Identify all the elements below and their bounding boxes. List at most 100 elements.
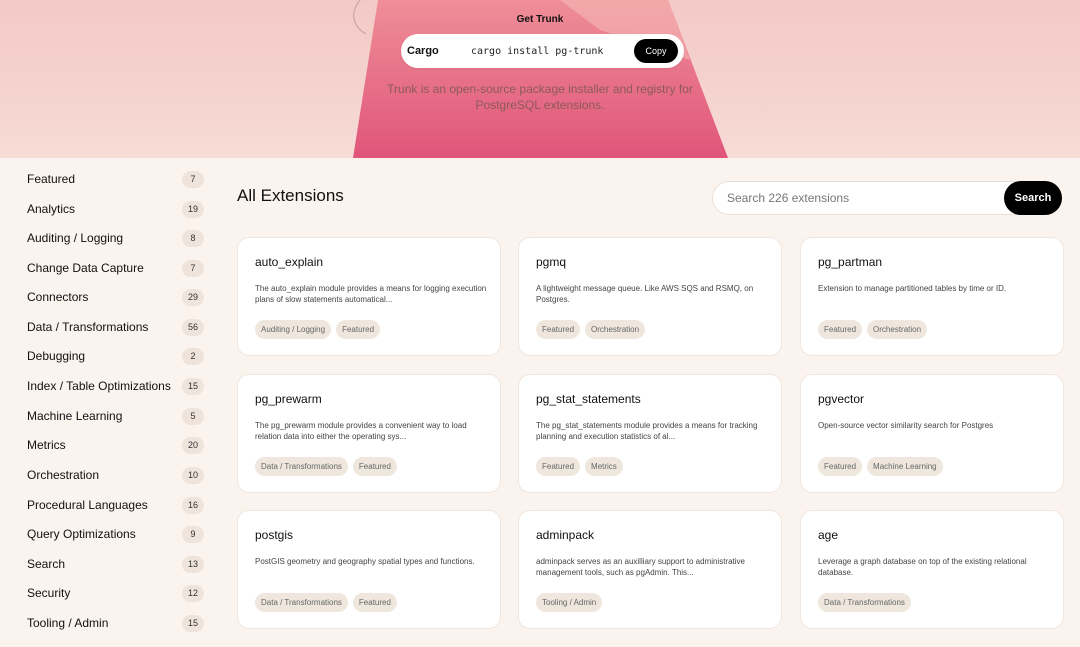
sidebar-item-metrics[interactable]: Metrics 20 xyxy=(27,434,204,456)
category-tag: Featured xyxy=(352,593,397,612)
category-count-badge: 16 xyxy=(182,496,204,514)
sidebar-item-auditing-logging[interactable]: Auditing / Logging 8 xyxy=(27,227,204,249)
extension-description: The pg_prewarm module provides a conveni… xyxy=(255,421,467,441)
category-label: Debugging xyxy=(27,349,86,363)
extension-description: adminpack serves as an auxilliary suppor… xyxy=(536,557,745,577)
extension-name: auto_explain xyxy=(255,255,324,269)
extension-card-auto-explain[interactable]: auto_explain The auto_explain module pro… xyxy=(237,237,501,356)
extension-tags: Featured Orchestration xyxy=(536,320,646,339)
copy-button[interactable]: Copy xyxy=(634,39,678,63)
sidebar-item-data-transformations[interactable]: Data / Transformations 56 xyxy=(27,316,204,338)
sidebar-item-procedural-languages[interactable]: Procedural Languages 16 xyxy=(27,494,204,516)
category-label: Connectors xyxy=(27,290,89,304)
extension-tags: Data / Transformations Featured xyxy=(255,593,397,612)
category-tag: Featured xyxy=(536,320,581,339)
category-label: Machine Learning xyxy=(27,409,123,423)
category-label: Search xyxy=(27,557,66,571)
sidebar-item-tooling-admin[interactable]: Tooling / Admin 15 xyxy=(27,612,204,634)
search-box: Search xyxy=(712,181,1062,215)
category-label: Featured xyxy=(27,172,76,186)
extension-name: age xyxy=(818,528,839,542)
category-count-badge: 15 xyxy=(182,614,204,632)
category-label: Security xyxy=(27,586,71,600)
category-tag: Data / Transformations xyxy=(818,593,911,612)
extension-name: adminpack xyxy=(536,528,595,542)
extension-description: A lightweight message queue. Like AWS SQ… xyxy=(536,284,754,304)
extension-card-age[interactable]: age Leverage a graph database on top of … xyxy=(800,510,1064,629)
category-tag: Data / Transformations xyxy=(255,457,348,476)
hero-banner: Get Trunk Cargo cargo install pg-trunk C… xyxy=(0,0,1080,158)
page-title: All Extensions xyxy=(237,186,344,205)
category-tag: Featured xyxy=(536,457,581,476)
extension-tags: Featured Orchestration xyxy=(818,320,928,339)
extension-description: PostGIS geometry and geography spatial t… xyxy=(255,557,475,566)
category-count-badge: 56 xyxy=(182,318,204,336)
category-count-badge: 2 xyxy=(182,347,204,365)
category-count-badge: 10 xyxy=(182,466,204,484)
extension-tags: Tooling / Admin xyxy=(536,593,603,612)
extension-description: The auto_explain module provides a means… xyxy=(255,284,487,304)
category-tag: Machine Learning xyxy=(867,457,943,476)
extension-description: Extension to manage partitioned tables b… xyxy=(818,284,1007,293)
sidebar-item-analytics[interactable]: Analytics 19 xyxy=(27,198,204,220)
extension-name: postgis xyxy=(255,528,294,542)
category-label: Tooling / Admin xyxy=(27,616,109,630)
category-tag: Metrics xyxy=(585,457,623,476)
sidebar-item-security[interactable]: Security 12 xyxy=(27,582,204,604)
extension-card-adminpack[interactable]: adminpack adminpack serves as an auxilli… xyxy=(518,510,782,629)
category-label: Data / Transformations xyxy=(27,320,149,334)
extension-tags: Auditing / Logging Featured xyxy=(255,320,381,339)
extension-card-postgis[interactable]: postgis PostGIS geometry and geography s… xyxy=(237,510,501,629)
extension-name: pg_prewarm xyxy=(255,392,322,406)
sidebar-item-change-data-capture[interactable]: Change Data Capture 7 xyxy=(27,257,204,279)
category-count-badge: 12 xyxy=(182,584,204,602)
sidebar-item-connectors[interactable]: Connectors 29 xyxy=(27,286,204,308)
extension-card-pg-stat-statements[interactable]: pg_stat_statements The pg_stat_statement… xyxy=(518,374,782,493)
sidebar-item-debugging[interactable]: Debugging 2 xyxy=(27,345,204,367)
extension-card-pgmq[interactable]: pgmq A lightweight message queue. Like A… xyxy=(518,237,782,356)
category-tag: Tooling / Admin xyxy=(536,593,603,612)
category-tag: Orchestration xyxy=(867,320,928,339)
category-label: Index / Table Optimizations xyxy=(27,379,171,393)
search-button[interactable]: Search xyxy=(1004,181,1062,215)
category-label: Metrics xyxy=(27,438,66,452)
extension-card-pg-prewarm[interactable]: pg_prewarm The pg_prewarm module provide… xyxy=(237,374,501,493)
category-label: Change Data Capture xyxy=(27,261,144,275)
category-count-badge: 13 xyxy=(182,555,204,573)
category-tag: Data / Transformations xyxy=(255,593,348,612)
category-label: Auditing / Logging xyxy=(27,231,124,245)
extension-card-pgvector[interactable]: pgvector Open-source vector similarity s… xyxy=(800,374,1064,493)
sidebar-item-search[interactable]: Search 13 xyxy=(27,553,204,575)
category-count-badge: 5 xyxy=(182,407,204,425)
sidebar-item-machine-learning[interactable]: Machine Learning 5 xyxy=(27,405,204,427)
package-manager-label[interactable]: Cargo xyxy=(407,45,471,57)
tagline-line-1: Trunk is an open-source package installe… xyxy=(387,82,693,96)
category-label: Analytics xyxy=(27,202,76,216)
sidebar-item-index-table-optimizations[interactable]: Index / Table Optimizations 15 xyxy=(27,375,204,397)
category-count-badge: 20 xyxy=(182,436,204,454)
extension-tags: Data / Transformations Featured xyxy=(255,457,397,476)
extension-name: pgmq xyxy=(536,255,567,269)
extension-card-pg-partman[interactable]: pg_partman Extension to manage partition… xyxy=(800,237,1064,356)
category-tag: Orchestration xyxy=(585,320,646,339)
extension-tags: Featured Machine Learning xyxy=(818,457,943,476)
install-command: cargo install pg-trunk xyxy=(471,45,604,57)
install-command-bar: Cargo cargo install pg-trunk Copy xyxy=(401,34,684,68)
extension-name: pgvector xyxy=(818,392,865,406)
category-count-badge: 19 xyxy=(182,200,204,218)
sidebar-item-featured[interactable]: Featured 7 xyxy=(27,168,204,190)
category-tag: Auditing / Logging xyxy=(255,320,332,339)
sidebar-item-orchestration[interactable]: Orchestration 10 xyxy=(27,464,204,486)
category-sidebar: Featured 7 Analytics 19 Auditing / Logging… xyxy=(0,158,220,647)
sidebar-item-query-optimizations[interactable]: Query Optimizations 9 xyxy=(27,523,204,545)
extension-description: Leverage a graph database on top of the … xyxy=(818,557,1027,577)
extension-description: The pg_stat_statements module provides a… xyxy=(536,421,758,441)
category-count-badge: 7 xyxy=(182,170,204,188)
category-label: Procedural Languages xyxy=(27,498,148,512)
category-tag: Featured xyxy=(818,320,863,339)
extension-name: pg_stat_statements xyxy=(536,392,641,406)
category-label: Query Optimizations xyxy=(27,527,136,541)
extension-tags: Featured Metrics xyxy=(536,457,623,476)
category-count-badge: 8 xyxy=(182,229,204,247)
category-label: Orchestration xyxy=(27,468,100,482)
